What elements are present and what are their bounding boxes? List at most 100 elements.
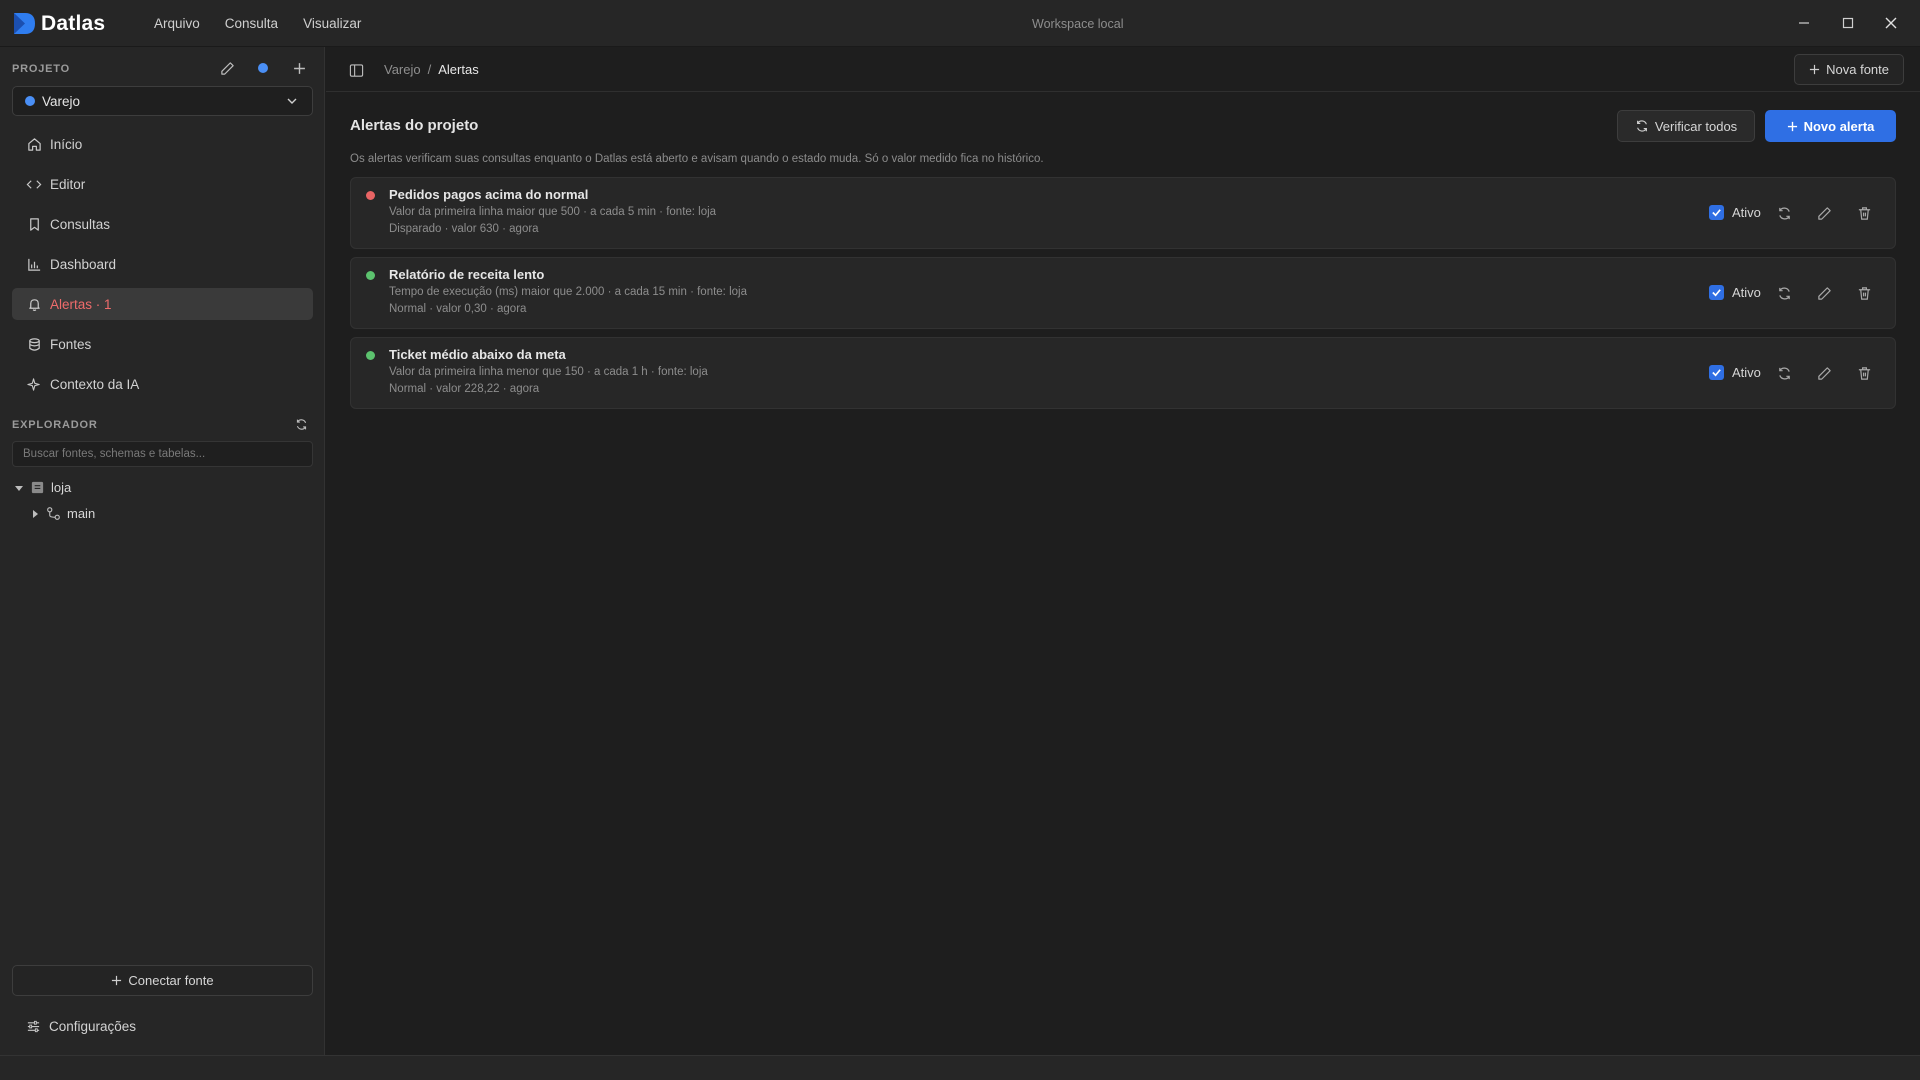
- project-section-label: PROJETO: [12, 63, 70, 75]
- alert-state-dot: [366, 191, 375, 200]
- run-alert-button[interactable]: [1773, 282, 1795, 304]
- close-window-button[interactable]: [1875, 8, 1907, 38]
- project-select[interactable]: Varejo: [12, 86, 313, 116]
- nav-item-consultas[interactable]: Consultas: [12, 208, 313, 240]
- refresh-icon: [1778, 206, 1790, 220]
- alert-active-toggle[interactable]: Ativo: [1709, 285, 1761, 300]
- edit-project-button[interactable]: [216, 57, 238, 79]
- refresh-explorer-button[interactable]: [290, 413, 312, 435]
- delete-alert-button[interactable]: [1853, 362, 1875, 384]
- alert-card[interactable]: Relatório de receita lento Tempo de exec…: [350, 257, 1896, 329]
- alert-active-label: Ativo: [1732, 205, 1761, 220]
- title-bar: Datlas Arquivo Consulta Visualizar Works…: [0, 0, 1920, 47]
- settings-item[interactable]: Configurações: [26, 1019, 136, 1034]
- plus-icon: [1787, 121, 1797, 131]
- delete-alert-button[interactable]: [1853, 202, 1875, 224]
- menu-visualizar[interactable]: Visualizar: [303, 16, 361, 31]
- status-bar: [0, 1055, 1920, 1080]
- explorer-section-label: EXPLORADOR: [12, 419, 98, 431]
- alert-title: Pedidos pagos acima do normal: [389, 187, 589, 202]
- app-logo: Datlas: [12, 11, 105, 36]
- maximize-button[interactable]: [1832, 8, 1864, 38]
- maximize-icon: [1842, 17, 1854, 29]
- nav-item-fontes[interactable]: Fontes: [12, 328, 313, 360]
- alert-status: Normal · valor 0,30 · agora: [389, 303, 527, 315]
- tree-item-loja[interactable]: loja: [14, 480, 71, 495]
- alert-active-toggle[interactable]: Ativo: [1709, 205, 1761, 220]
- trash-icon: [1858, 206, 1870, 220]
- checkbox-checked-icon[interactable]: [1709, 205, 1724, 220]
- alert-condition: Valor da primeira linha maior que 500 · …: [389, 206, 717, 218]
- nav-item-alertas[interactable]: Alertas · 1: [12, 288, 313, 320]
- breadcrumb-project[interactable]: Varejo: [384, 62, 421, 77]
- checkbox-checked-icon[interactable]: [1709, 285, 1724, 300]
- new-alert-label: Novo alerta: [1803, 118, 1875, 134]
- refresh-icon: [1636, 120, 1647, 132]
- chevron-down-icon: [287, 98, 297, 104]
- nav-label: Dashboard: [50, 256, 117, 272]
- run-alert-button[interactable]: [1773, 362, 1795, 384]
- top-bar: Varejo / Alertas Nova fonte: [326, 47, 1920, 92]
- toggle-sidebar-button[interactable]: [345, 59, 367, 81]
- alert-state-dot: [366, 351, 375, 360]
- new-source-button[interactable]: Nova fonte: [1794, 54, 1904, 85]
- nav-label: Contexto da IA: [50, 376, 140, 392]
- tree-label-main: main: [67, 506, 96, 521]
- datlas-logo-icon: [14, 13, 35, 34]
- alert-condition: Tempo de execução (ms) maior que 2.000 ·…: [389, 286, 747, 298]
- refresh-icon: [1778, 286, 1790, 300]
- settings-label: Configurações: [49, 1019, 137, 1034]
- minimize-icon: [1799, 22, 1809, 24]
- new-source-label: Nova fonte: [1826, 62, 1889, 77]
- project-color-button[interactable]: [252, 57, 274, 79]
- alert-active-toggle[interactable]: Ativo: [1709, 365, 1761, 380]
- alert-state-dot: [366, 271, 375, 280]
- chart-icon: [27, 258, 40, 271]
- alert-active-label: Ativo: [1732, 285, 1761, 300]
- caret-right-icon: [33, 509, 38, 518]
- sidebar-toggle-icon: [349, 63, 363, 77]
- edit-alert-button[interactable]: [1813, 362, 1835, 384]
- tree-item-main[interactable]: main: [30, 506, 95, 521]
- nav-item-editor[interactable]: Editor: [12, 168, 313, 200]
- alert-title: Relatório de receita lento: [389, 267, 545, 282]
- nav-item-contexto-ia[interactable]: Contexto da IA: [12, 368, 313, 400]
- connect-source-button[interactable]: Conectar fonte: [12, 965, 313, 996]
- nav-label: Consultas: [50, 216, 111, 232]
- verify-all-button[interactable]: Verificar todos: [1617, 110, 1755, 142]
- database-icon: [28, 337, 40, 351]
- code-icon: [26, 179, 42, 189]
- nav-label: Alertas · 1: [50, 296, 112, 312]
- plus-icon: [112, 975, 122, 986]
- pencil-icon: [1817, 206, 1831, 220]
- schema-icon: [47, 507, 60, 520]
- add-project-button[interactable]: [288, 57, 310, 79]
- nav-label: Editor: [50, 176, 86, 192]
- window-title: Workspace local: [1032, 17, 1124, 31]
- checkbox-checked-icon[interactable]: [1709, 365, 1724, 380]
- page-description: Os alertas verificam suas consultas enqu…: [350, 153, 1044, 165]
- edit-alert-button[interactable]: [1813, 282, 1835, 304]
- app-name: Datlas: [41, 11, 106, 35]
- alert-card[interactable]: Ticket médio abaixo da meta Valor da pri…: [350, 337, 1896, 409]
- minimize-button[interactable]: [1788, 8, 1820, 38]
- sparkle-icon: [26, 377, 40, 391]
- edit-alert-button[interactable]: [1813, 202, 1835, 224]
- alert-active-label: Ativo: [1732, 365, 1761, 380]
- refresh-icon: [1778, 366, 1790, 380]
- pencil-icon: [1817, 286, 1831, 300]
- project-color-dot: [25, 96, 35, 106]
- explorer-search-input[interactable]: [12, 441, 313, 467]
- new-alert-button[interactable]: Novo alerta: [1765, 110, 1896, 142]
- run-alert-button[interactable]: [1773, 202, 1795, 224]
- nav-item-dashboard[interactable]: Dashboard: [12, 248, 313, 280]
- bookmark-icon: [29, 217, 39, 231]
- sidebar: PROJETO Varejo Início Editor Consultas D…: [0, 47, 325, 1055]
- nav-item-inicio[interactable]: Início: [12, 128, 313, 160]
- delete-alert-button[interactable]: [1853, 282, 1875, 304]
- menu-arquivo[interactable]: Arquivo: [154, 16, 200, 31]
- menu-consulta[interactable]: Consulta: [225, 16, 278, 31]
- alert-status: Disparado · valor 630 · agora: [389, 223, 539, 235]
- tree-label-loja: loja: [51, 480, 72, 495]
- alert-card[interactable]: Pedidos pagos acima do normal Valor da p…: [350, 177, 1896, 249]
